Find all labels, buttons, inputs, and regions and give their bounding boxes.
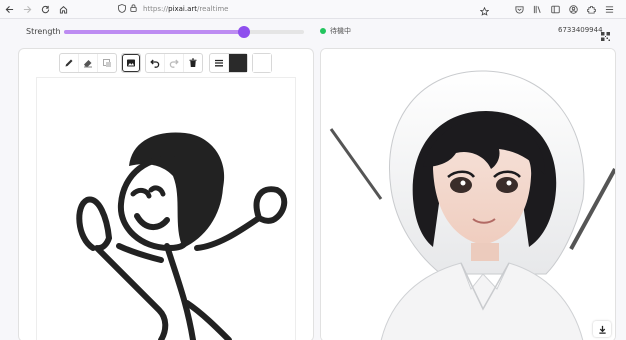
trash-icon[interactable] bbox=[184, 54, 202, 72]
color-black-swatch[interactable] bbox=[229, 54, 247, 72]
extensions-icon[interactable] bbox=[582, 0, 600, 18]
menu-icon[interactable] bbox=[600, 0, 618, 18]
library-icon[interactable] bbox=[528, 0, 546, 18]
url-path: /realtime bbox=[197, 5, 229, 13]
generated-image bbox=[321, 49, 615, 340]
forward-icon[interactable] bbox=[18, 0, 36, 18]
strength-slider-fill bbox=[64, 30, 244, 34]
undo-icon[interactable] bbox=[146, 54, 165, 72]
style-tools bbox=[209, 53, 248, 73]
image-icon[interactable] bbox=[122, 54, 140, 72]
drawing-panel bbox=[18, 48, 314, 340]
app-window: https://pixai.art/realtime Strength 待機中 … bbox=[0, 0, 626, 340]
line-width-icon[interactable] bbox=[210, 54, 229, 72]
redo-icon[interactable] bbox=[165, 54, 184, 72]
download-icon bbox=[598, 325, 606, 334]
url-domain: pixai.art bbox=[168, 5, 197, 13]
controls-bar: Strength 待機中 6733409944 bbox=[0, 18, 626, 46]
eraser-icon[interactable] bbox=[79, 54, 98, 72]
home-icon[interactable] bbox=[54, 0, 72, 18]
strength-slider-thumb[interactable] bbox=[238, 26, 250, 38]
draw-tools bbox=[59, 53, 117, 73]
status-indicator bbox=[320, 28, 326, 34]
color-white-swatch[interactable] bbox=[253, 54, 271, 72]
output-panel bbox=[320, 48, 616, 340]
pocket-icon[interactable] bbox=[510, 0, 528, 18]
sidebar-icon[interactable] bbox=[546, 0, 564, 18]
url-prefix: https:// bbox=[143, 5, 169, 13]
strength-slider[interactable] bbox=[64, 26, 304, 38]
drawing-canvas[interactable] bbox=[36, 77, 296, 340]
download-button[interactable] bbox=[593, 321, 611, 337]
lock-icon[interactable] bbox=[130, 4, 137, 14]
strength-label: Strength bbox=[26, 27, 61, 36]
reload-icon[interactable] bbox=[36, 0, 54, 18]
account-icon[interactable] bbox=[564, 0, 582, 18]
fill-icon[interactable] bbox=[98, 54, 116, 72]
color-white-group bbox=[252, 53, 272, 73]
history-tools bbox=[145, 53, 203, 73]
browser-actions bbox=[510, 0, 618, 18]
qr-code-icon[interactable] bbox=[601, 26, 610, 45]
browser-toolbar: https://pixai.art/realtime bbox=[0, 0, 626, 19]
url-text[interactable]: https://pixai.art/realtime bbox=[143, 5, 228, 13]
image-tool bbox=[121, 53, 141, 73]
session-id: 6733409944 bbox=[558, 26, 603, 34]
status-text: 待機中 bbox=[330, 27, 351, 35]
pencil-icon[interactable] bbox=[60, 54, 79, 72]
back-icon[interactable] bbox=[0, 0, 18, 18]
sketch-drawing bbox=[76, 132, 288, 340]
shield-icon[interactable] bbox=[118, 3, 126, 15]
